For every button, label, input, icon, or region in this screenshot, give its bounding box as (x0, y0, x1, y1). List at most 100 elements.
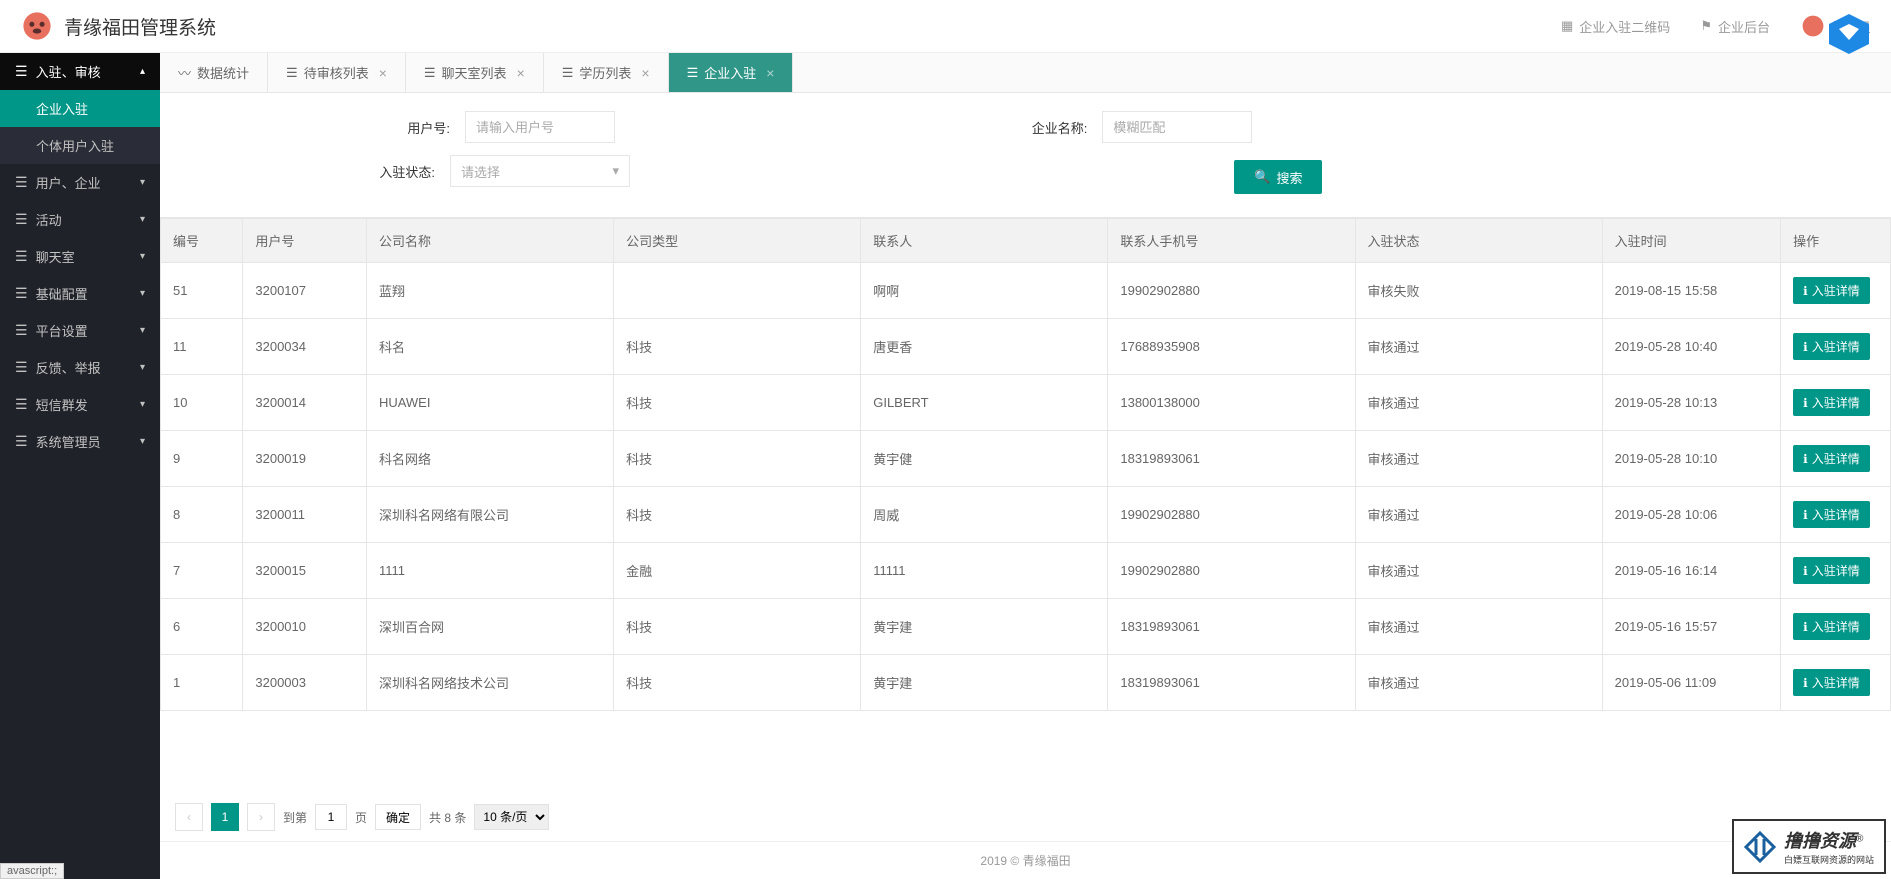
tab-4[interactable]: ☰企业入驻× (669, 53, 794, 92)
detail-button[interactable]: ℹ入驻详情 (1793, 501, 1870, 528)
close-icon[interactable]: × (766, 65, 774, 81)
detail-button[interactable]: ℹ入驻详情 (1793, 333, 1870, 360)
info-icon: ℹ (1803, 396, 1808, 410)
sidebar-item-4[interactable]: ☰活动▾ (0, 201, 160, 238)
cell-contact: 黄宇建 (861, 599, 1108, 655)
sidebar-item-0[interactable]: ☰入驻、审核▴ (0, 53, 160, 90)
sidebar-item-8[interactable]: ☰反馈、举报▾ (0, 349, 160, 386)
data-table: 编号用户号公司名称公司类型联系人联系人手机号入驻状态入驻时间操作 5132001… (160, 218, 1891, 711)
cell-status: 审核通过 (1355, 375, 1602, 431)
tab-label: 学历列表 (579, 63, 631, 82)
cell-id: 8 (161, 487, 243, 543)
page-number-button[interactable]: 1 (211, 803, 239, 831)
total-label: 共 8 条 (429, 809, 466, 826)
sidebar-item-5[interactable]: ☰ 聊天室 ▾ (0, 238, 160, 275)
sidebar-item-label: 入驻、审核 (36, 62, 101, 81)
page-unit-label: 页 (355, 809, 367, 826)
cell-type: 科技 (614, 655, 861, 711)
tab-2[interactable]: ☰聊天室列表× (406, 53, 544, 92)
tab-label: 待审核列表 (304, 63, 369, 82)
info-icon: ℹ (1803, 676, 1808, 690)
cell-type (614, 263, 861, 319)
col-header-6: 入驻状态 (1355, 219, 1602, 263)
sidebar-item-label: 用户、企业 (36, 173, 101, 192)
app-title: 青缘福田管理系统 (64, 13, 1561, 40)
chevron-down-icon: ▾ (140, 214, 145, 225)
user-input[interactable] (465, 111, 615, 143)
goto-input[interactable] (315, 804, 347, 830)
cell-time: 2019-05-06 11:09 (1602, 655, 1780, 711)
col-header-1: 用户号 (243, 219, 367, 263)
company-input[interactable] (1102, 111, 1252, 143)
detail-button[interactable]: ℹ入驻详情 (1793, 669, 1870, 696)
close-icon[interactable]: × (517, 65, 525, 81)
tab-0[interactable]: 〰数据统计 (160, 53, 268, 92)
cell-user: 3200107 (243, 263, 367, 319)
backend-link[interactable]: ⚑ 企业后台 (1700, 17, 1770, 36)
tab-icon: 〰 (178, 63, 191, 82)
cell-phone: 19902902880 (1108, 543, 1355, 599)
qrcode-icon: ▦ (1561, 18, 1573, 34)
cell-phone: 17688935908 (1108, 319, 1355, 375)
detail-button[interactable]: ℹ入驻详情 (1793, 613, 1870, 640)
close-icon[interactable]: × (641, 65, 649, 81)
pagination: ‹ 1 › 到第 页 确定 共 8 条 10 条/页 (160, 793, 1891, 841)
cell-time: 2019-05-28 10:10 (1602, 431, 1780, 487)
cell-status: 审核通过 (1355, 319, 1602, 375)
tab-label: 数据统计 (197, 63, 249, 82)
sidebar-item-1[interactable]: 企业入驻 (0, 90, 160, 127)
watermark: 撸撸资源® 白嫖互联网资源的网站 (1732, 819, 1886, 874)
cell-type: 科技 (614, 599, 861, 655)
cell-status: 审核失败 (1355, 263, 1602, 319)
table-row: 732000151111金融1111119902902880审核通过2019-0… (161, 543, 1891, 599)
sidebar-item-7[interactable]: ☰平台设置▾ (0, 312, 160, 349)
sidebar-item-2[interactable]: 个体用户入驻 (0, 127, 160, 164)
col-header-5: 联系人手机号 (1108, 219, 1355, 263)
qrcode-link[interactable]: ▦ 企业入驻二维码 (1561, 17, 1670, 36)
next-page-button[interactable]: › (247, 803, 275, 831)
chevron-down-icon: ▾ (140, 251, 145, 262)
qrcode-label: 企业入驻二维码 (1579, 17, 1670, 36)
search-icon: 🔍 (1254, 169, 1270, 185)
menu-icon: ☰ (15, 248, 28, 265)
menu-icon: ☰ (15, 322, 28, 339)
footer: 2019 © 青缘福田 (160, 841, 1891, 879)
per-page-select[interactable]: 10 条/页 (474, 804, 549, 830)
status-label: 入驻状态: (315, 162, 435, 181)
cell-action: ℹ入驻详情 (1781, 543, 1891, 599)
status-select[interactable]: 请选择 ▾ (450, 155, 630, 187)
cell-time: 2019-05-16 16:14 (1602, 543, 1780, 599)
detail-button[interactable]: ℹ入驻详情 (1793, 277, 1870, 304)
cell-user: 3200011 (243, 487, 367, 543)
cell-company: 深圳百合网 (366, 599, 613, 655)
sidebar-item-3[interactable]: ☰用户、企业▾ (0, 164, 160, 201)
table-header-row: 编号用户号公司名称公司类型联系人联系人手机号入驻状态入驻时间操作 (161, 219, 1891, 263)
search-button[interactable]: 🔍 搜索 (1234, 160, 1322, 194)
prev-page-button[interactable]: ‹ (175, 803, 203, 831)
col-header-7: 入驻时间 (1602, 219, 1780, 263)
chevron-down-icon: ▾ (140, 288, 145, 299)
sidebar-item-10[interactable]: ☰系统管理员▾ (0, 423, 160, 460)
cell-id: 1 (161, 655, 243, 711)
menu-icon: ☰ (15, 396, 28, 413)
cell-user: 3200010 (243, 599, 367, 655)
cell-action: ℹ入驻详情 (1781, 263, 1891, 319)
detail-button[interactable]: ℹ入驻详情 (1793, 445, 1870, 472)
cell-phone: 18319893061 (1108, 599, 1355, 655)
sidebar-item-9[interactable]: ☰短信群发▾ (0, 386, 160, 423)
sidebar-item-label: 聊天室 (36, 247, 75, 266)
detail-button[interactable]: ℹ入驻详情 (1793, 557, 1870, 584)
backend-label: 企业后台 (1718, 17, 1770, 36)
cell-action: ℹ入驻详情 (1781, 599, 1891, 655)
tab-3[interactable]: ☰学历列表× (544, 53, 669, 92)
cell-status: 审核通过 (1355, 543, 1602, 599)
goto-confirm-button[interactable]: 确定 (375, 804, 421, 830)
close-icon[interactable]: × (379, 65, 387, 81)
browser-status-bar: avascript:; (0, 863, 64, 879)
tab-1[interactable]: ☰待审核列表× (268, 53, 406, 92)
detail-button[interactable]: ℹ入驻详情 (1793, 389, 1870, 416)
app-logo-icon (20, 9, 54, 43)
cell-time: 2019-05-28 10:40 (1602, 319, 1780, 375)
sidebar-item-6[interactable]: ☰基础配置▾ (0, 275, 160, 312)
cell-time: 2019-05-28 10:06 (1602, 487, 1780, 543)
